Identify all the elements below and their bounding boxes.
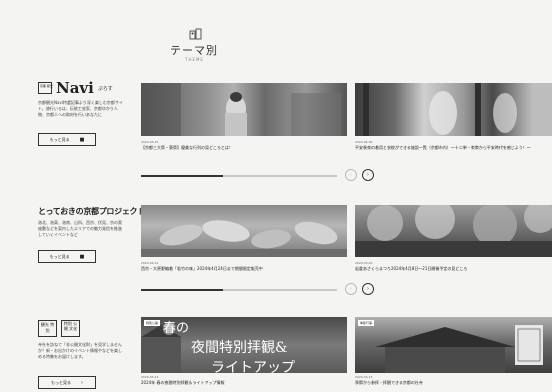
- slider-next-button[interactable]: ›: [362, 169, 374, 181]
- article-image: [141, 83, 347, 136]
- category-tag: 季節行事: [358, 320, 375, 326]
- stamp-logo: 観光 特別: [38, 320, 57, 337]
- overlay-text: ライトアップ: [211, 360, 295, 373]
- section-description: 洛北、洛東、洛南、山科、西京、伏見、京の奥座敷などを案内したエリアでの魅力発信を…: [38, 220, 122, 237]
- stamp-logo: 特別 公開 文化: [61, 320, 80, 337]
- book-icon: ■: [79, 136, 85, 143]
- theme-section-totteoki: とっておきの京都プロジェクト 洛北、洛東、洛南、山科、西京、伏見、京の奥座敷など…: [0, 196, 552, 306]
- article-title: 岩倉あさくらまつり2024年4月8日〜21日開催予定の見どころ: [355, 266, 468, 271]
- stamp-logos: 観光 特別 特別 公開 文化: [38, 320, 80, 337]
- article-date: 2024-04-11: [141, 261, 159, 265]
- article-date: 2024-03-13: [141, 375, 159, 379]
- chevron-right-icon: ›: [81, 379, 83, 386]
- category-tag: 特別公開: [144, 320, 161, 326]
- brand-box: 京都 観光: [38, 82, 53, 94]
- article-date: 2024-04-30: [355, 140, 373, 144]
- section-description: 寺社を訪ねて「非公開文化財」を見学しませんか？新・お出かけのイベント情報やなどを…: [38, 342, 122, 359]
- article-date: 2024-03-20: [355, 261, 373, 265]
- article-title: 【京都三大祭・葵祭】優美な行列の見どころとは！: [141, 145, 233, 150]
- slider-prev-button[interactable]: ‹: [345, 169, 357, 181]
- overlay-text: 春の: [163, 321, 190, 336]
- more-label: もっと見る: [49, 136, 70, 142]
- overlay-text: 夜間特別拝観&: [191, 340, 288, 356]
- brand-small: ぷらす: [97, 85, 113, 92]
- article-image: 季節行事: [355, 317, 552, 373]
- article-date: 2024-03-13: [355, 375, 373, 379]
- navi-brand-logo[interactable]: 京都 観光 Navi ぷらす: [38, 79, 113, 97]
- article-date: 2024-05-15: [141, 140, 159, 144]
- slider-prev-button[interactable]: ‹: [345, 283, 357, 295]
- page-header: テーマ別 THEME: [0, 0, 552, 70]
- more-button[interactable]: もっと見る ■: [38, 133, 96, 146]
- theme-section-special: 観光 特別 特別 公開 文化 寺社を訪ねて「非公開文化財」を見学しませんか？新・…: [0, 312, 552, 392]
- article-title: 西京・大原野編着「若竹の味」2024年4月24日まで期間限定販売中: [141, 266, 263, 271]
- page-subtitle: THEME: [185, 57, 204, 62]
- more-button[interactable]: もっと見る ›: [38, 376, 96, 389]
- book-icon: ■: [79, 253, 85, 260]
- more-label: もっと見る: [49, 253, 70, 259]
- slider-next-button[interactable]: ›: [362, 283, 374, 295]
- theme-logo-icon: [189, 28, 202, 40]
- slider-progress: [141, 175, 337, 177]
- slider-progress: [141, 289, 337, 291]
- more-button[interactable]: もっと見る ■: [38, 250, 96, 263]
- brand-name: Navi: [56, 79, 94, 97]
- article-image: [355, 83, 552, 136]
- article-title: 季節から参拝・拝観できる京都の社寺: [355, 380, 423, 385]
- more-label: もっと見る: [51, 379, 71, 385]
- page-title: テーマ別: [170, 44, 218, 57]
- slider-progress-fill: [141, 289, 224, 291]
- theme-section-navi: 京都 観光 Navi ぷらす 京都観光Navi特選記事より深く楽しむ京都サイト。…: [0, 79, 552, 190]
- article-title: 2024年 春の夜間特別拝観＆ライトアップ情報: [141, 380, 225, 385]
- slider-progress-fill: [141, 175, 224, 177]
- article-image: 特別公開 春の 夜間特別拝観& ライトアップ: [141, 317, 347, 373]
- section-description: 京都観光Navi特選記事より深く楽しむ京都サイト。旅行いろは、伝統工芸家、京都ゆ…: [38, 100, 123, 117]
- article-title: 平安装束の着用と衣紋ができる施設一覧（京都市内）〜十二単・束帯から平安時代を感じ…: [355, 145, 531, 150]
- brand-name[interactable]: とっておきの京都プロジェクト: [38, 206, 145, 217]
- article-image: [141, 205, 347, 257]
- article-image: [355, 205, 552, 257]
